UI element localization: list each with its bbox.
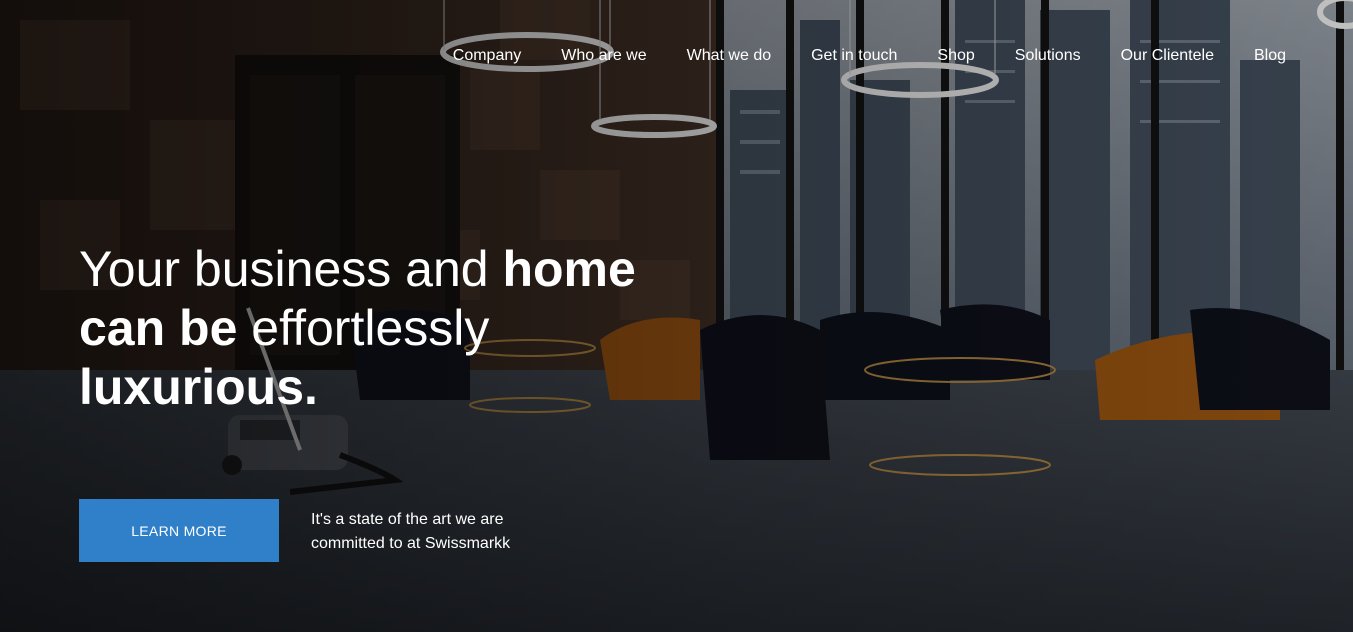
- learn-more-button[interactable]: LEARN MORE: [79, 499, 279, 562]
- nav-item-blog[interactable]: Blog: [1254, 46, 1286, 66]
- nav-item-get-in-touch[interactable]: Get in touch: [811, 46, 897, 66]
- nav-item-what-we-do[interactable]: What we do: [687, 46, 771, 66]
- nav-item-shop[interactable]: Shop: [937, 46, 974, 66]
- hero-headline: Your business and home can be effortlessl…: [79, 240, 679, 417]
- headline-part-4: effortlessly: [237, 300, 490, 356]
- hero-section: Company Who are we What we do Get in tou…: [0, 0, 1353, 632]
- nav-item-who-are-we[interactable]: Who are we: [561, 46, 646, 66]
- headline-part-1: Your business and: [79, 241, 503, 297]
- main-nav: Company Who are we What we do Get in tou…: [413, 46, 1286, 66]
- nav-item-our-clientele[interactable]: Our Clientele: [1121, 46, 1214, 66]
- hero-tagline: It's a state of the art we are committed…: [311, 511, 511, 552]
- nav-item-solutions[interactable]: Solutions: [1015, 46, 1081, 66]
- headline-part-5: luxurious.: [79, 359, 318, 415]
- headline-part-2: home: [502, 241, 636, 297]
- nav-item-company[interactable]: Company: [453, 46, 521, 66]
- headline-part-3: can be: [79, 300, 238, 356]
